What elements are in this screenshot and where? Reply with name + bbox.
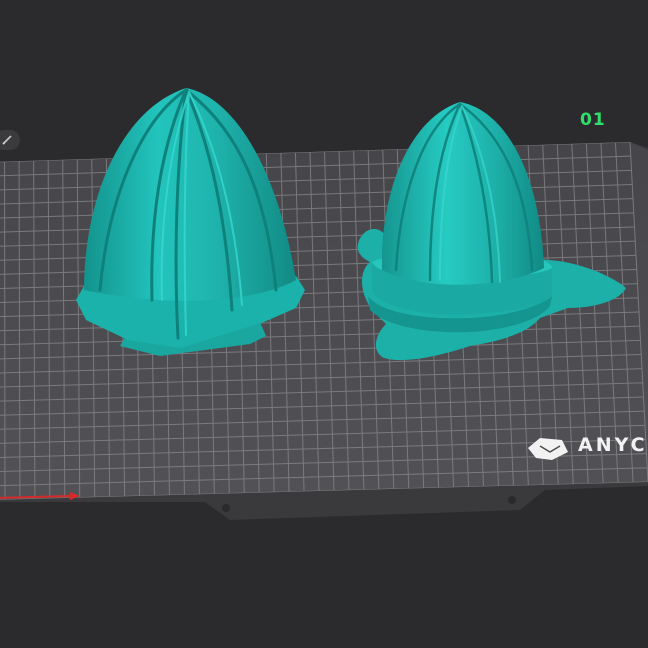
- 3d-viewport[interactable]: 01 ANYC: [0, 0, 648, 648]
- pencil-icon: [2, 135, 12, 145]
- citrus-reamer-cone-ribbed[interactable]: [76, 88, 305, 356]
- plate-number-label: 01: [580, 110, 606, 130]
- scene-canvas[interactable]: [0, 0, 648, 648]
- edit-tool-button[interactable]: [0, 130, 20, 150]
- plate-brand-text: ANYC: [578, 434, 648, 456]
